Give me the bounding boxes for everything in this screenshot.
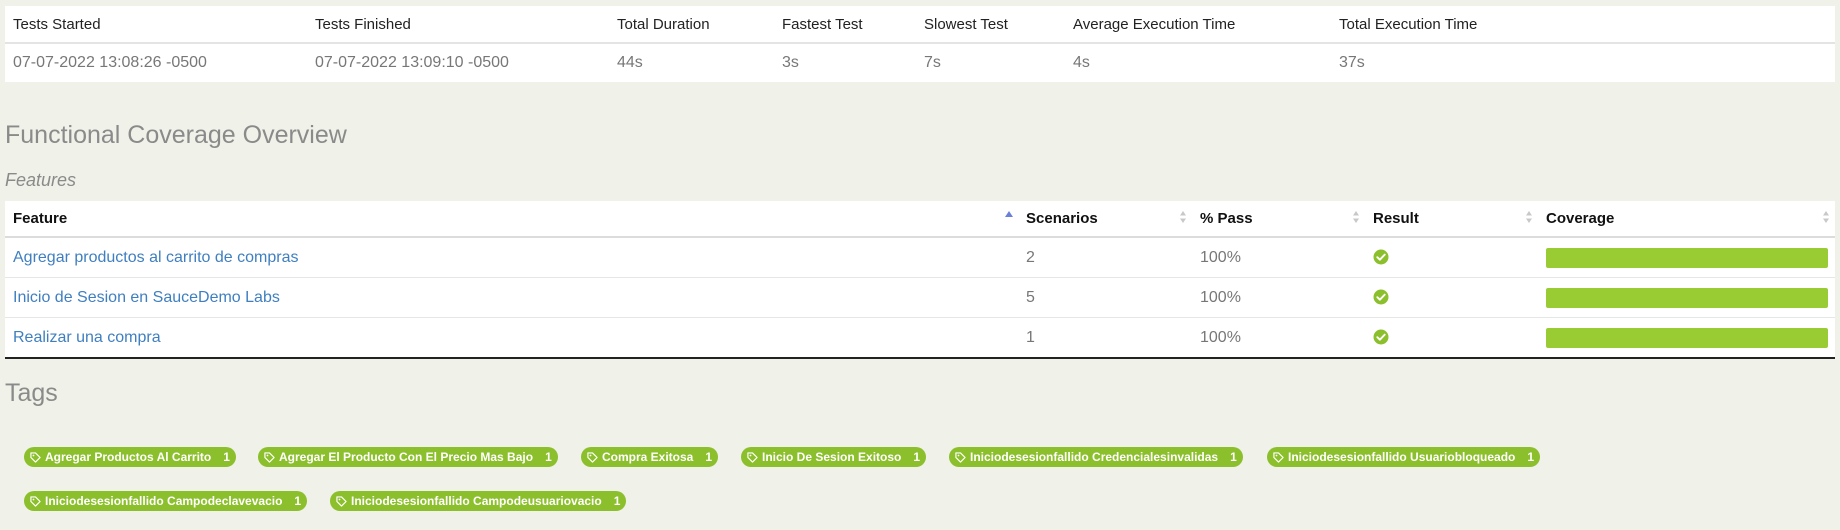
tag-count: 1 — [1230, 450, 1237, 464]
tag-label: Iniciodesesionfallido Campodeusuariovaci… — [351, 494, 602, 508]
tag-label: Iniciodesesionfallido Usuariobloqueado — [1288, 450, 1516, 464]
tags-title: Tags — [5, 379, 58, 407]
summary-value-row: 07-07-2022 13:08:26 -0500 07-07-2022 13:… — [5, 43, 1835, 82]
tag-icon — [747, 451, 758, 463]
tag-iniciodesesionfallido-usuariobloqueado[interactable]: Iniciodesesionfallido Usuariobloqueado 1 — [1267, 447, 1541, 467]
tag-count: 1 — [294, 494, 302, 508]
coverage-bar — [1546, 247, 1828, 268]
result-header-label: Result — [1373, 210, 1419, 227]
result-column-header[interactable]: Result — [1365, 201, 1538, 238]
tag-label: Iniciodesesionfallido Campodeclavevacio — [45, 494, 283, 508]
pass-cell: 100% — [1192, 277, 1365, 318]
total-execution-time-header: Total Execution Time — [1331, 6, 1835, 44]
feature-name-cell: Inicio de Sesion en SauceDemo Labs — [5, 277, 1018, 318]
coverage-bar-fill — [1546, 247, 1828, 268]
tests-started-value: 07-07-2022 13:08:26 -0500 — [13, 54, 207, 71]
tag-icon — [30, 451, 41, 463]
tag-iniciodesesionfallido-campodeusuariovacio[interactable]: Iniciodesesionfallido Campodeusuariovaci… — [330, 491, 627, 511]
features-header-row: Feature Scenarios % Pass Result Coverage — [5, 201, 1835, 238]
pass-column-header[interactable]: % Pass — [1192, 201, 1365, 238]
tag-count: 1 — [913, 450, 921, 464]
tag-icon — [336, 495, 347, 507]
tests-finished-header: Tests Finished — [307, 6, 609, 44]
sort-both-icon — [1180, 211, 1186, 223]
tag-label: Inicio De Sesion Exitoso — [762, 450, 902, 464]
total-duration-value: 44s — [617, 54, 643, 71]
tag-iniciodesesionfallido-credencialesinvalidas[interactable]: Iniciodesesionfallido Credencialesinvali… — [949, 447, 1243, 467]
sort-both-icon — [1353, 211, 1359, 223]
tag-icon — [955, 451, 966, 463]
slowest-test-header: Slowest Test — [916, 6, 1065, 44]
tag-count: 1 — [545, 450, 552, 464]
features-table: Feature Scenarios % Pass Result Coverage — [5, 201, 1835, 359]
tag-iniciodesesionfallido-campodeclavevacio[interactable]: Iniciodesesionfallido Campodeclavevacio … — [24, 491, 308, 511]
feature-column-header[interactable]: Feature — [5, 201, 1018, 238]
tag-icon — [30, 495, 41, 507]
sort-ascending-icon — [1005, 211, 1013, 217]
coverage-bar-fill — [1546, 287, 1828, 308]
pass-cell: 100% — [1200, 328, 1241, 346]
coverage-bar-fill — [1546, 327, 1828, 348]
scenarios-cell: 5 — [1018, 277, 1192, 318]
average-execution-time-header: Average Execution Time — [1065, 6, 1331, 44]
tag-agregar-el-producto-con-el-precio-mas-bajo[interactable]: Agregar El Producto Con El Precio Mas Ba… — [258, 447, 558, 467]
fastest-test-header: Fastest Test — [774, 6, 916, 44]
scenarios-cell: 2 — [1018, 237, 1192, 278]
coverage-cell — [1538, 237, 1835, 278]
feature-name-cell: Realizar una compra — [5, 318, 1018, 359]
tag-icon — [587, 451, 598, 463]
tag-label: Iniciodesesionfallido Credencialesinvali… — [970, 450, 1219, 464]
passed-check-icon — [1373, 329, 1389, 345]
tests-started-header: Tests Started — [5, 6, 307, 44]
coverage-column-header[interactable]: Coverage — [1538, 201, 1835, 238]
average-execution-time-value: 4s — [1073, 54, 1090, 71]
tag-icon — [264, 451, 275, 463]
scenarios-cell: 1 — [1026, 328, 1035, 346]
feature-link[interactable]: Inicio de Sesion en SauceDemo Labs — [13, 289, 280, 306]
coverage-cell — [1538, 277, 1835, 318]
result-cell — [1365, 237, 1538, 278]
total-execution-time-value: 37s — [1339, 54, 1365, 71]
feature-row: Inicio de Sesion en SauceDemo Labs 5 100… — [5, 277, 1835, 318]
passed-check-icon — [1373, 289, 1389, 305]
scenarios-column-header[interactable]: Scenarios — [1018, 201, 1192, 238]
tag-label: Agregar El Producto Con El Precio Mas Ba… — [279, 450, 534, 464]
tag-inicio-de-sesion-exitoso[interactable]: Inicio De Sesion Exitoso 1 — [741, 447, 927, 467]
feature-name-cell: Agregar productos al carrito de compras — [5, 237, 1018, 278]
sort-both-icon — [1823, 211, 1829, 223]
execution-summary-table: Tests Started Tests Finished Total Durat… — [5, 6, 1835, 82]
feature-row: Realizar una compra 1 100% — [5, 318, 1835, 359]
features-subtitle: Features — [5, 170, 77, 190]
fastest-test-value: 3s — [782, 54, 799, 71]
coverage-cell — [1538, 318, 1835, 359]
feature-row: Agregar productos al carrito de compras … — [5, 237, 1835, 278]
feature-header-label: Feature — [13, 210, 68, 227]
feature-link[interactable]: Realizar una compra — [13, 329, 161, 346]
passed-check-icon — [1373, 249, 1389, 265]
tests-finished-value: 07-07-2022 13:09:10 -0500 — [315, 54, 509, 71]
tag-count: 1 — [223, 450, 230, 464]
slowest-test-value: 7s — [924, 54, 941, 71]
tag-compra-exitosa[interactable]: Compra Exitosa 1 — [581, 447, 719, 467]
coverage-overview-title: Functional Coverage Overview — [5, 121, 347, 149]
pass-header-label: % Pass — [1200, 210, 1253, 227]
tag-icon — [1273, 451, 1284, 463]
tag-count: 1 — [613, 494, 621, 508]
summary-header-row: Tests Started Tests Finished Total Durat… — [5, 6, 1835, 44]
coverage-header-label: Coverage — [1546, 210, 1615, 227]
tag-count: 1 — [1527, 450, 1535, 464]
total-duration-header: Total Duration — [609, 6, 774, 44]
feature-link[interactable]: Agregar productos al carrito de compras — [13, 249, 298, 266]
coverage-bar — [1546, 327, 1828, 348]
scenarios-header-label: Scenarios — [1026, 210, 1098, 227]
tag-label: Compra Exitosa — [602, 450, 694, 464]
result-cell — [1365, 318, 1538, 359]
tag-agregar-productos-al-carrito[interactable]: Agregar Productos Al Carrito 1 — [24, 447, 236, 467]
sort-both-icon — [1526, 211, 1532, 223]
coverage-bar — [1546, 287, 1828, 308]
tag-label: Agregar Productos Al Carrito — [45, 450, 212, 464]
result-cell — [1365, 277, 1538, 318]
tag-count: 1 — [705, 450, 713, 464]
pass-cell: 100% — [1192, 237, 1365, 278]
